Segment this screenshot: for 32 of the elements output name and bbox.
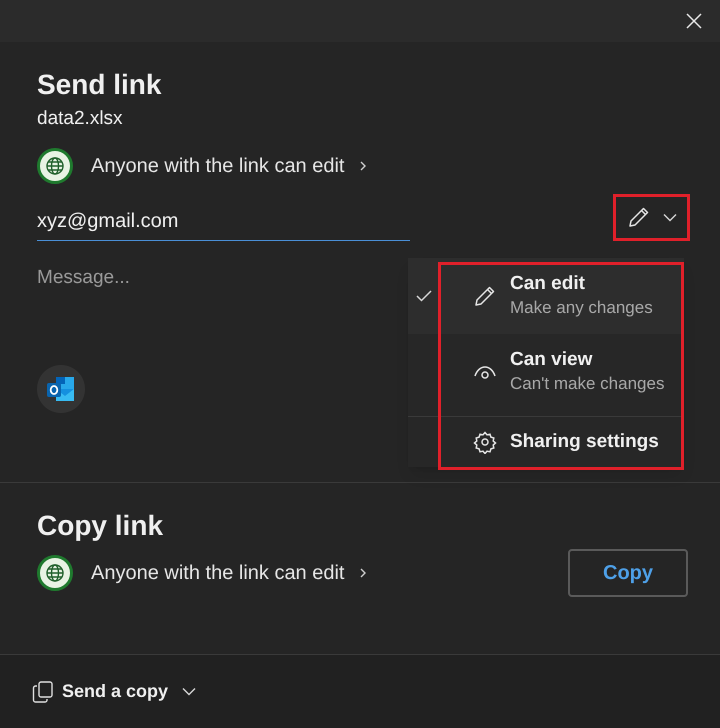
menu-item-label: Can view bbox=[510, 348, 594, 372]
mail-app-icon[interactable] bbox=[37, 364, 85, 412]
chevron-down-icon bbox=[662, 212, 676, 222]
file-name: data2.xlsx bbox=[37, 107, 123, 131]
dialog-title: Send link bbox=[37, 68, 162, 102]
chevron-icon bbox=[358, 567, 366, 579]
menu-item-label: Sharing settings bbox=[510, 430, 659, 454]
menu-item[interactable]: Sharing settings bbox=[408, 417, 684, 467]
close-icon bbox=[686, 13, 702, 29]
menu-item-description: Make any changes bbox=[510, 297, 653, 319]
link-setting[interactable]: Anyone with the link can edit bbox=[91, 558, 366, 588]
pencil-icon bbox=[626, 205, 650, 229]
menu-item-description: Can't make changes bbox=[510, 373, 664, 395]
link-setting[interactable]: Anyone with the link can edit bbox=[91, 150, 366, 180]
email-field[interactable]: xyz@gmail.com bbox=[37, 202, 410, 240]
settings-icon bbox=[473, 430, 497, 454]
menu-item[interactable]: Can view Can't make changes bbox=[408, 334, 684, 410]
pencil-icon bbox=[473, 284, 497, 308]
check-icon bbox=[416, 290, 432, 302]
section-title: Copy link bbox=[37, 509, 164, 543]
chevron-icon bbox=[358, 160, 366, 172]
globe-icon bbox=[37, 555, 73, 591]
message-field[interactable]: Message... bbox=[37, 262, 397, 292]
copy-icon bbox=[32, 680, 54, 702]
send-copy-button[interactable]: Send a copy bbox=[32, 678, 196, 705]
menu-item-label: Can edit bbox=[510, 272, 586, 296]
eye-icon bbox=[473, 364, 497, 380]
chevron-down-icon bbox=[182, 687, 196, 696]
globe-icon bbox=[37, 148, 73, 184]
permission-button[interactable] bbox=[613, 194, 690, 240]
menu-item[interactable]: Can edit Make any changes bbox=[408, 258, 684, 334]
copy-button[interactable]: Copy bbox=[568, 549, 688, 597]
